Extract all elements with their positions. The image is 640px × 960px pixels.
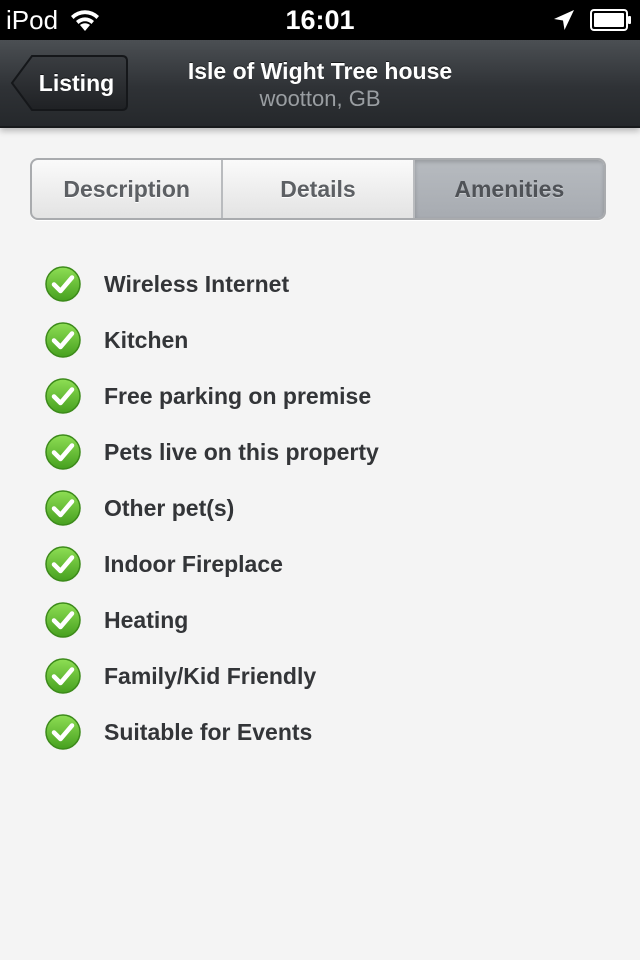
amenity-label: Free parking on premise (104, 382, 372, 409)
location-icon (554, 10, 574, 30)
list-item: Kitchen (44, 312, 604, 368)
checkmark-icon (45, 266, 81, 302)
listing-title: Isle of Wight Tree house (187, 58, 453, 84)
list-item: Indoor Fireplace (44, 536, 604, 592)
amenity-label: Pets live on this property (104, 438, 379, 465)
checkmark-icon (45, 378, 81, 414)
checkmark-icon (45, 490, 81, 526)
amenity-label: Wireless Internet (104, 270, 290, 297)
amenity-label: Family/Kid Friendly (104, 662, 317, 689)
list-item: Family/Kid Friendly (44, 648, 604, 704)
back-button[interactable]: Listing (10, 54, 129, 112)
status-bar: iPod 16:01 (0, 0, 640, 40)
status-time: 16:01 (285, 5, 355, 35)
list-item: Free parking on premise (44, 368, 604, 424)
amenity-label: Other pet(s) (104, 494, 235, 521)
amenity-label: Kitchen (104, 326, 189, 353)
checkmark-icon (45, 546, 81, 582)
navigation-bar: Listing Isle of Wight Tree house wootton… (0, 40, 640, 128)
checkmark-icon (45, 658, 81, 694)
listing-location: wootton, GB (259, 86, 381, 111)
tab-amenities[interactable]: Amenities (414, 160, 604, 218)
amenity-list: Wireless Internet Kitchen Free parking o… (44, 256, 604, 760)
amenity-label: Suitable for Events (104, 718, 313, 745)
status-right (552, 0, 632, 40)
list-item: Heating (44, 592, 604, 648)
back-button-label: Listing (38, 69, 115, 96)
list-item: Suitable for Events (44, 704, 604, 760)
list-item: Wireless Internet (44, 256, 604, 312)
list-item: Other pet(s) (44, 480, 604, 536)
battery-icon (590, 9, 631, 31)
amenity-label: Heating (104, 606, 189, 633)
checkmark-icon (45, 322, 81, 358)
checkmark-icon (45, 714, 81, 750)
tab-details[interactable]: Details (223, 160, 415, 218)
list-item: Pets live on this property (44, 424, 604, 480)
checkmark-icon (45, 434, 81, 470)
tab-description[interactable]: Description (32, 160, 224, 218)
checkmark-icon (45, 602, 81, 638)
segmented-control: Description Details Amenities (30, 158, 606, 220)
amenity-label: Indoor Fireplace (104, 550, 283, 577)
